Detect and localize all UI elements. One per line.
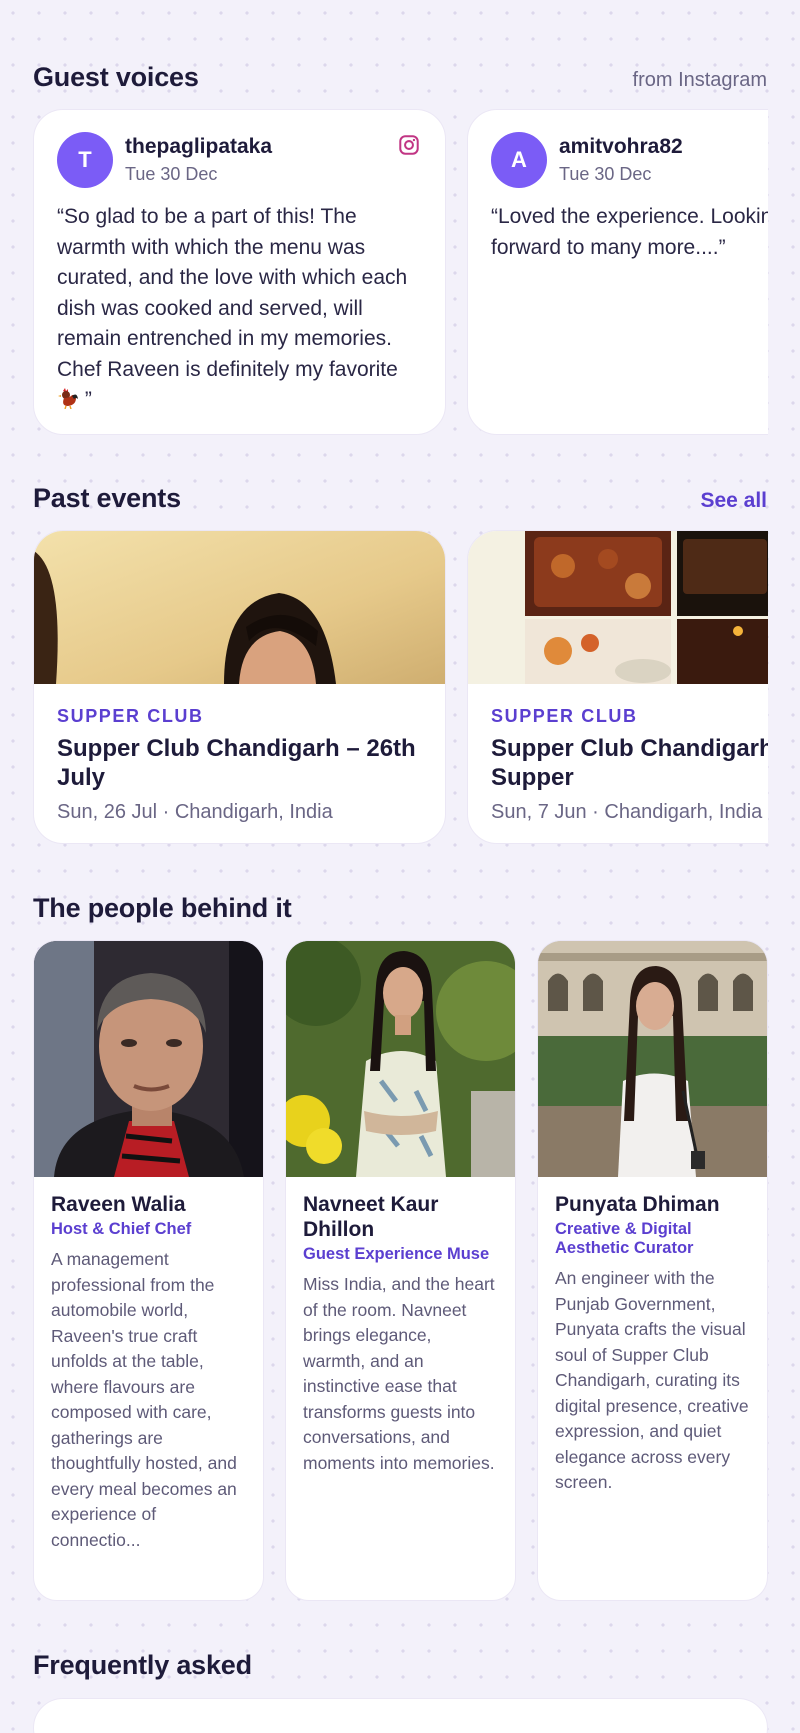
people-list: Raveen Walia Host & Chief Chef A managem… [33, 940, 768, 1601]
guest-username: amitvohra82 [559, 135, 683, 158]
guest-voices-header: Guest voices from Instagram [33, 62, 767, 93]
guest-voice-card[interactable]: T thepaglipataka Tue 30 Dec “So glad to … [33, 109, 446, 435]
past-events-header: Past events See all [33, 483, 767, 514]
person-photo [34, 941, 263, 1177]
faq-header: Frequently asked [33, 1650, 767, 1681]
past-events-carousel[interactable]: SUPPER CLUB Supper Club Chandigarh – 26t… [33, 530, 768, 846]
event-title: Supper Club Chandigarh – 26th July [57, 735, 416, 791]
event-date-location: Sun, 7 Jun · Chandigarh, India [491, 801, 763, 823]
people-title: The people behind it [33, 893, 292, 923]
guest-username: thepaglipataka [125, 135, 273, 158]
guest-post-date: Tue 30 Dec [559, 164, 652, 184]
person-card[interactable]: Raveen Walia Host & Chief Chef A managem… [33, 940, 264, 1601]
guest-voices-carousel[interactable]: T thepaglipataka Tue 30 Dec “So glad to … [33, 109, 768, 437]
event-card[interactable]: SUPPER CLUB Supper Club Chandigarh – 26t… [33, 530, 446, 844]
person-bio: A management professional from the autom… [51, 1249, 237, 1550]
person-card[interactable]: Navneet Kaur Dhillon Guest Experience Mu… [285, 940, 516, 1601]
person-bio: Miss India, and the heart of the room. N… [303, 1274, 495, 1473]
event-image [34, 531, 445, 684]
guest-quote-text: “So glad to be a part of this! The warmt… [57, 205, 408, 381]
event-date-location: Sun, 26 Jul · Chandigarh, India [57, 801, 333, 823]
person-photo [538, 941, 767, 1177]
person-role: Host & Chief Chef [51, 1220, 192, 1238]
person-role: Guest Experience Muse [303, 1245, 490, 1263]
instagram-icon[interactable] [398, 134, 420, 156]
event-title: Supper Club Chandigarh Supper [491, 735, 768, 791]
faq-item[interactable] [33, 1698, 768, 1733]
person-role: Creative & Digital Aesthetic Curator [555, 1220, 694, 1257]
guest-voice-card[interactable]: A amitvohra82 Tue 30 Dec “Loved the expe… [467, 109, 768, 435]
event-image [468, 531, 768, 684]
person-bio: An engineer with the Punjab Government, … [555, 1268, 749, 1492]
person-photo [286, 941, 515, 1177]
people-header: The people behind it [33, 893, 767, 924]
event-card[interactable]: SUPPER CLUB Supper Club Chandigarh Suppe… [467, 530, 768, 844]
see-all-link[interactable]: See all [700, 489, 767, 513]
avatar: A [491, 132, 547, 188]
rooster-emoji-icon [58, 388, 78, 409]
person-card[interactable]: Punyata Dhiman Creative & Digital Aesthe… [537, 940, 768, 1601]
person-name: Raveen Walia [51, 1193, 186, 1216]
guest-voices-source: from Instagram [632, 69, 767, 91]
guest-post-date: Tue 30 Dec [125, 164, 218, 184]
faq-title: Frequently asked [33, 1650, 252, 1680]
guest-voices-title: Guest voices [33, 62, 199, 92]
guest-quote: “So glad to be a part of this! The warmt… [57, 202, 422, 416]
event-type-tag: SUPPER CLUB [57, 706, 204, 726]
guest-quote: “Loved the experience. Looking forward t… [491, 205, 768, 259]
person-name: Punyata Dhiman [555, 1193, 720, 1216]
avatar: T [57, 132, 113, 188]
person-name: Navneet Kaur Dhillon [303, 1193, 439, 1241]
guest-quote-end: ” [79, 388, 92, 411]
past-events-title: Past events [33, 483, 181, 513]
event-type-tag: SUPPER CLUB [491, 706, 638, 726]
